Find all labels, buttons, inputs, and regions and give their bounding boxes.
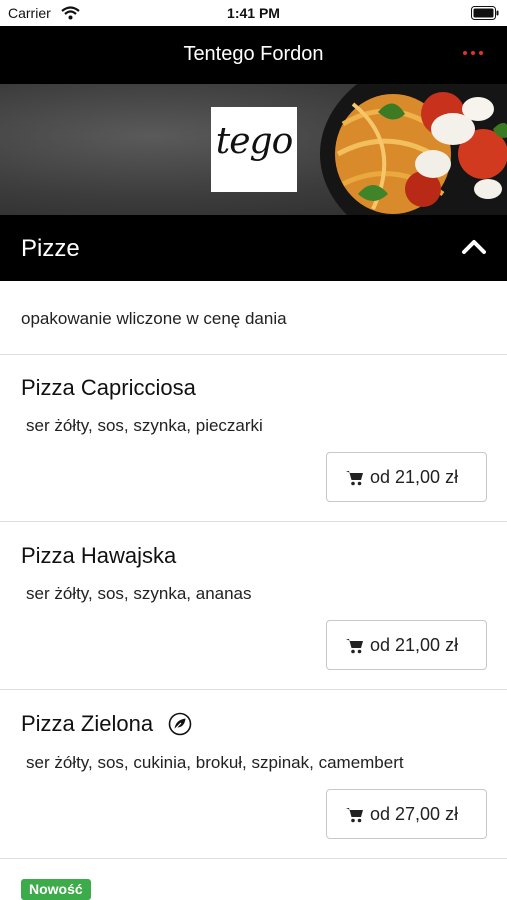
status-bar: Carrier 1:41 PM — [0, 0, 507, 26]
logo-wordmark: tego — [215, 121, 294, 162]
new-badge: Nowość — [21, 879, 91, 900]
divider — [0, 521, 507, 522]
divider — [0, 689, 507, 690]
price-label: od 21,00 zł — [370, 635, 459, 655]
more-dots-icon[interactable] — [463, 51, 485, 59]
price-label: od 21,00 zł — [370, 467, 459, 487]
cart-icon — [346, 639, 363, 654]
add-to-cart-button[interactable]: od 27,00 zł — [326, 789, 487, 839]
chevron-up-icon[interactable] — [461, 237, 487, 255]
item-name[interactable]: Pizza Hawajska — [21, 543, 176, 569]
restaurant-logo: tego — [211, 107, 297, 192]
packaging-note: opakowanie wliczone w cenę dania — [21, 309, 287, 328]
item-name[interactable]: Pizza Zielona — [21, 711, 153, 737]
price-label: od 27,00 zł — [370, 804, 459, 824]
battery-icon — [471, 6, 499, 20]
pasta-image — [335, 92, 507, 214]
status-time: 1:41 PM — [227, 5, 280, 21]
vegetarian-leaf-icon — [168, 712, 192, 736]
item-description: ser żółty, sos, cukinia, brokuł, szpinak… — [26, 753, 404, 772]
app-header: Tentego Fordon — [0, 26, 507, 84]
item-description: ser żółty, sos, szynka, pieczarki — [26, 416, 263, 435]
category-title: Pizze — [21, 235, 80, 262]
add-to-cart-button[interactable]: od 21,00 zł — [326, 452, 487, 502]
add-to-cart-button[interactable]: od 21,00 zł — [326, 620, 487, 670]
cart-icon — [346, 808, 363, 823]
category-header[interactable]: Pizze — [0, 215, 507, 281]
item-name[interactable]: Pizza Capricciosa — [21, 375, 196, 401]
page-title: Tentego Fordon — [183, 43, 324, 65]
item-description: ser żółty, sos, szynka, ananas — [26, 584, 252, 603]
divider — [0, 858, 507, 859]
cart-icon — [346, 471, 363, 486]
divider — [0, 354, 507, 355]
restaurant-banner: tego — [0, 84, 507, 215]
